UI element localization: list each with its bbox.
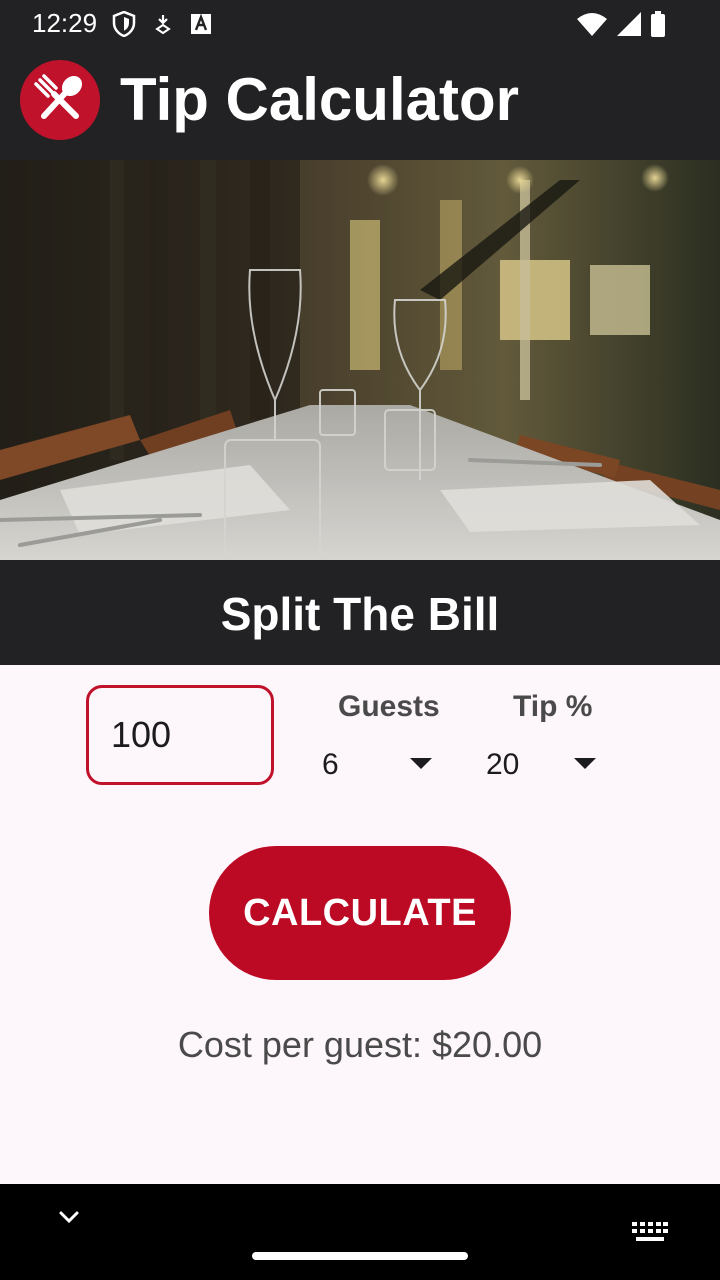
status-system-icons	[576, 11, 666, 37]
section-title: Split The Bill	[220, 588, 500, 640]
shield-icon	[112, 11, 136, 37]
fork-spoon-icon	[34, 74, 83, 119]
font-a-icon	[191, 13, 211, 34]
guests-value: 6	[322, 748, 339, 781]
chevron-down-icon[interactable]	[54, 1202, 84, 1232]
signal-icon	[617, 12, 641, 36]
cost-per-guest-result: Cost per guest: $20.00	[177, 1024, 543, 1065]
bill-amount-input[interactable]	[86, 685, 274, 785]
location-icon	[155, 15, 171, 35]
app-bar: Tip Calculator	[0, 48, 720, 160]
restaurant-photo	[0, 160, 720, 560]
hero-image-restaurant	[0, 160, 720, 560]
home-gesture-handle[interactable]	[252, 1252, 468, 1260]
status-notification-icons	[112, 11, 212, 37]
guests-dropdown[interactable]: 6	[322, 740, 442, 790]
battery-icon	[651, 11, 665, 37]
app-logo	[20, 60, 100, 140]
tip-percent-value: 20	[486, 748, 520, 781]
calculate-button[interactable]: CALCULATE	[209, 846, 511, 980]
wifi-icon	[577, 13, 607, 36]
chevron-down-icon	[410, 758, 432, 769]
system-navigation-bar	[0, 1184, 720, 1280]
app-title: Tip Calculator	[120, 66, 519, 133]
keyboard-icon[interactable]	[632, 1222, 668, 1244]
chevron-down-icon	[574, 758, 596, 769]
tip-percent-label: Tip %	[513, 690, 593, 723]
section-header: Split The Bill	[0, 560, 720, 665]
status-time: 12:29	[32, 8, 98, 38]
status-bar: 12:29	[0, 0, 720, 48]
guests-label: Guests	[338, 690, 440, 723]
tip-percent-dropdown[interactable]: 20	[486, 740, 606, 790]
